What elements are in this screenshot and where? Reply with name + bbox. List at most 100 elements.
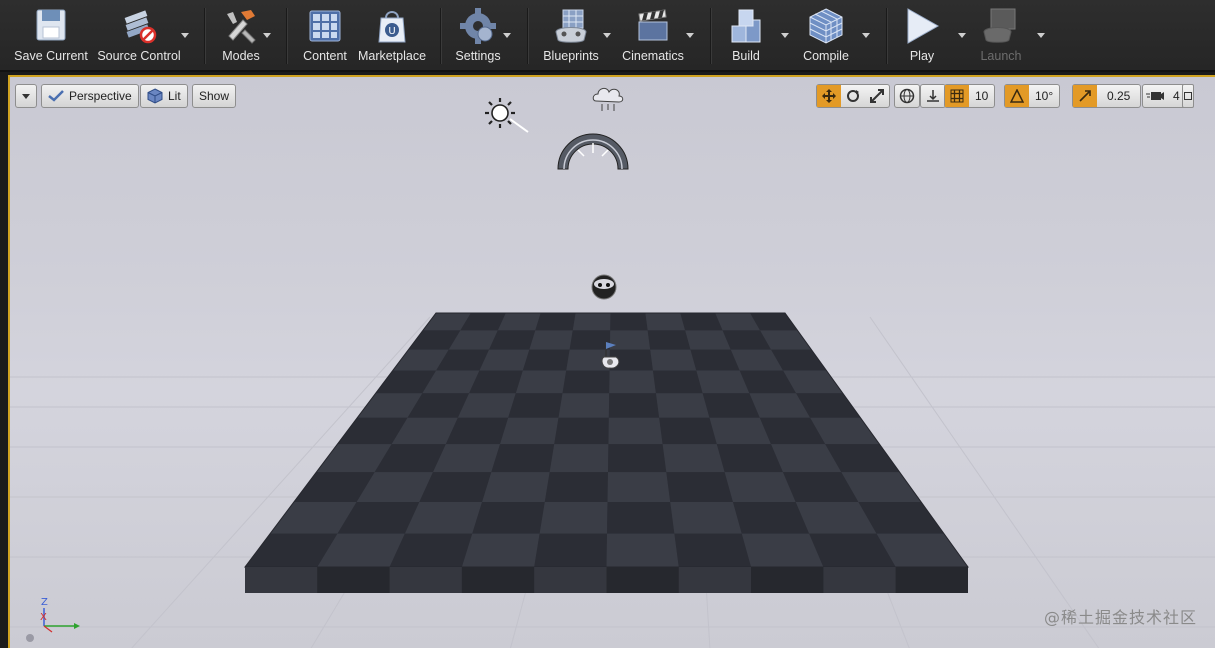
rotation-snap-value[interactable]: 10° [1029, 89, 1059, 103]
source-control-button[interactable]: Source Control [96, 6, 182, 68]
coordinate-system-button[interactable] [894, 84, 920, 108]
blueprints-dropdown-icon[interactable] [603, 33, 611, 38]
save-icon [36, 9, 66, 41]
marketplace-button[interactable]: U Marketplace [356, 6, 428, 68]
toolbar-separator [527, 8, 529, 64]
floor-tile [662, 444, 725, 473]
scale-snap-icon[interactable] [1073, 85, 1097, 107]
toolbar-separator [710, 8, 712, 64]
floor-tile [549, 444, 609, 473]
floor-tile [647, 330, 691, 350]
floor-tile [610, 313, 648, 331]
toolbar-separator [886, 8, 888, 64]
floor-tile [482, 472, 550, 502]
play-dropdown-icon[interactable] [958, 33, 966, 38]
modes-icon [227, 10, 256, 44]
play-button[interactable]: Play [898, 6, 946, 68]
floor-edge-tile [317, 567, 390, 593]
floor-edge-tile [823, 567, 896, 593]
floor-edge-tile [245, 567, 318, 593]
blueprints-icon [555, 9, 587, 43]
main-toolbar: Save Current Source Control Modes Conten… [0, 0, 1215, 72]
floor-tile [674, 533, 752, 567]
level-viewport[interactable]: Perspective Lit Show 10 10° 0.25 4 Z X @… [8, 75, 1215, 648]
compile-button[interactable]: Compile [800, 6, 852, 68]
build-dropdown-icon[interactable] [781, 33, 789, 38]
save-current-button[interactable]: Save Current [14, 6, 88, 68]
lighting-mode-button[interactable]: Lit [140, 84, 188, 108]
floor-tile [607, 444, 667, 473]
launch-icon [983, 8, 1016, 43]
blueprints-button[interactable]: Blueprints [538, 6, 604, 68]
floor-edge-tile [751, 567, 824, 593]
directional-light-icon[interactable] [484, 95, 534, 135]
reflection-capture-icon[interactable] [590, 273, 618, 301]
translate-mode-icon[interactable] [817, 85, 841, 107]
floor-tile [606, 533, 679, 567]
floor-tile [535, 313, 576, 331]
floor-tile [491, 444, 555, 473]
compile-dropdown-icon[interactable] [862, 33, 870, 38]
lit-cube-icon [147, 88, 163, 104]
rotation-snap-icon[interactable] [1005, 85, 1029, 107]
camera-speed-icon [1143, 85, 1167, 107]
grid-snap-value[interactable]: 10 [969, 89, 994, 103]
compile-icon [809, 8, 843, 44]
floor-tile [607, 501, 675, 534]
cinematics-button[interactable]: Cinematics [620, 6, 686, 68]
toolbar-separator [286, 8, 288, 64]
floor-edge-tile [389, 567, 462, 593]
floor-tile [539, 501, 608, 534]
floor-tile [500, 417, 559, 445]
floor-tile [572, 313, 611, 331]
maximize-viewport-button[interactable] [1182, 84, 1194, 108]
grid-snap-icon[interactable] [945, 85, 969, 107]
floor-tile [650, 349, 697, 371]
floor-edge-tile [461, 567, 535, 593]
floor-tile [645, 313, 686, 331]
show-flags-button[interactable]: Show [192, 84, 237, 108]
floor-tile [562, 370, 610, 394]
modes-dropdown-icon[interactable] [263, 33, 271, 38]
floor-tile [558, 393, 610, 418]
floor-tile [534, 533, 608, 567]
floor-edge-tile [534, 567, 607, 593]
settings-dropdown-icon[interactable] [503, 33, 511, 38]
floor-tile [741, 533, 824, 567]
floor-tile [609, 370, 656, 394]
floor-tile [659, 417, 717, 445]
modes-button[interactable]: Modes [214, 6, 268, 68]
transform-mode-group [816, 84, 890, 108]
viewport-options-button[interactable] [15, 84, 37, 108]
axis-gizmo: Z X [26, 597, 80, 642]
floor-tile [522, 349, 570, 371]
watermark-text: @稀土掘金技术社区 [1043, 608, 1197, 627]
floor-tile [461, 533, 540, 567]
grid-snap-group: 10 [944, 84, 996, 108]
toolbar-separator [204, 8, 206, 64]
surface-snap-button[interactable] [920, 84, 946, 108]
launch-dropdown-icon[interactable] [1037, 33, 1045, 38]
launch-button[interactable]: Launch [976, 6, 1026, 68]
world-globe-icon [895, 85, 919, 107]
settings-icon [460, 8, 496, 44]
floor-tile [554, 417, 609, 445]
surface-snap-icon [921, 85, 945, 107]
player-start-icon[interactable] [596, 339, 626, 371]
settings-button[interactable]: Settings [452, 6, 504, 68]
view-mode-button[interactable]: Perspective [41, 84, 139, 108]
scale-snap-value[interactable]: 0.25 [1097, 89, 1140, 103]
scale-mode-icon[interactable] [865, 85, 889, 107]
sky-atmosphere-icon[interactable] [590, 83, 626, 113]
build-button[interactable]: Build [722, 6, 770, 68]
source-control-dropdown-icon[interactable] [181, 33, 189, 38]
cinematics-dropdown-icon[interactable] [686, 33, 694, 38]
axis-z-label: Z [41, 597, 48, 608]
axis-x-label: X [40, 612, 47, 623]
sky-light-icon[interactable] [556, 133, 630, 173]
content-button[interactable]: Content [298, 6, 352, 68]
floor-tile [472, 501, 545, 534]
camera-speed-button[interactable]: 4 [1142, 84, 1187, 108]
floor-edge-tile [678, 567, 752, 593]
rotate-mode-icon[interactable] [841, 85, 865, 107]
